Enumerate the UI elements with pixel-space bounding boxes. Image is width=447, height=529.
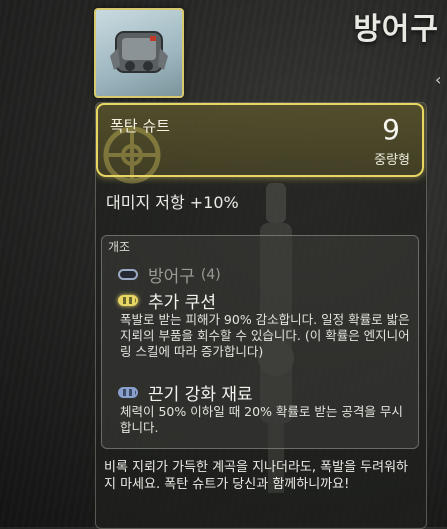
chevron-left-icon[interactable]: ‹ [435,70,447,89]
armor-slot-row: 방어구 (4) [118,262,221,287]
mods-title: 개조 [108,240,131,254]
item-header: 폭탄 슈트 9 중량형 [96,103,424,184]
item-name: 폭탄 슈트 [110,117,170,135]
mod-description: 폭발로 받는 피해가 90% 감소합니다. 일정 확률로 밟은 지뢰의 부품을 … [120,312,410,359]
mod-entry[interactable]: 추가 쿠션 [118,288,216,313]
empty-slot-icon [118,269,138,280]
blue-mod-slot-icon [118,387,138,398]
bomb-suit-icon [110,31,168,73]
armor-slot-label: 방어구 [148,267,195,287]
item-card: 폭탄 슈트 9 중량형 대미지 저항 +10% 개조 방어구 (4) 추가 쿠션… [95,102,427,529]
mod-name: 끈기 강화 재료 [148,385,253,405]
damage-resistance-stat: 대미지 저항 +10% [106,193,239,212]
page-title: 방어구 [353,12,439,47]
item-thumbnail[interactable] [94,8,184,98]
mod-name: 추가 쿠션 [148,293,216,313]
armor-slot-count: (4) [200,266,221,283]
yellow-mod-slot-icon [118,295,138,306]
mod-description: 체력이 50% 이하일 때 20% 확률로 받는 공격을 무시합니다. [120,404,403,435]
flavor-text: 비록 지뢰가 가득한 계곡을 지나더라도, 폭발을 두려워하지 마세요. 폭탄 … [104,460,409,492]
weight-class: 중량형 [374,153,410,168]
mods-panel: 개조 방어구 (4) 추가 쿠션 폭발로 받는 피해가 90% 감소합니다. 일… [101,235,419,449]
mod-entry[interactable]: 끈기 강화 재료 [118,380,253,405]
item-rank: 9 [382,113,400,146]
